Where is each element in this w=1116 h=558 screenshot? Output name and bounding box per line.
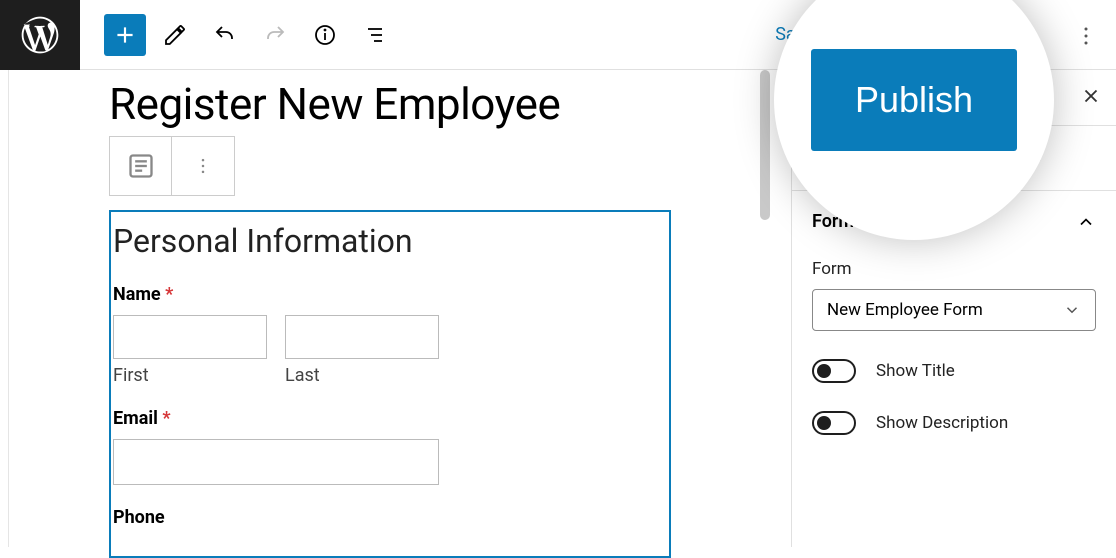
show-description-toggle[interactable] xyxy=(812,411,856,435)
wordpress-icon xyxy=(18,13,62,57)
last-name-sublabel: Last xyxy=(285,365,439,386)
more-vertical-icon xyxy=(193,156,213,176)
close-icon xyxy=(1080,85,1102,107)
list-icon xyxy=(363,23,387,47)
plus-icon xyxy=(112,22,138,48)
block-toolbar xyxy=(109,136,235,196)
form-block-icon xyxy=(127,152,155,180)
pencil-icon xyxy=(163,23,187,47)
undo-icon xyxy=(213,23,237,47)
chevron-down-icon xyxy=(1063,301,1081,319)
name-field-label: Name * xyxy=(113,284,655,305)
email-field-label: Email * xyxy=(113,408,655,429)
list-view-button[interactable] xyxy=(354,14,396,56)
info-button[interactable] xyxy=(304,14,346,56)
show-title-label: Show Title xyxy=(876,361,955,381)
last-name-input[interactable] xyxy=(285,315,439,359)
redo-icon xyxy=(263,23,287,47)
form-select-label: Form xyxy=(812,259,1096,279)
close-sidebar-button[interactable] xyxy=(1080,85,1102,111)
info-icon xyxy=(313,23,337,47)
form-select[interactable]: New Employee Form xyxy=(812,289,1096,331)
page-title[interactable]: Register New Employee xyxy=(109,78,771,130)
block-options-button[interactable] xyxy=(172,137,234,195)
add-block-button[interactable] xyxy=(104,14,146,56)
redo-button[interactable] xyxy=(254,14,296,56)
block-editor: Register New Employee Personal Informati… xyxy=(8,70,791,547)
publish-button[interactable]: Publish xyxy=(811,49,1017,151)
first-name-input[interactable] xyxy=(113,315,267,359)
phone-field-label: Phone xyxy=(113,507,655,528)
form-block[interactable]: Personal Information Name * First Last xyxy=(109,210,671,558)
form-section-title: Personal Information xyxy=(113,222,655,260)
form-settings-body: Form New Employee Form Show Title Show D… xyxy=(792,259,1116,459)
chevron-up-icon xyxy=(1076,212,1096,232)
email-input[interactable] xyxy=(113,439,439,485)
undo-button[interactable] xyxy=(204,14,246,56)
edit-mode-button[interactable] xyxy=(154,14,196,56)
show-title-toggle[interactable] xyxy=(812,359,856,383)
block-type-button[interactable] xyxy=(110,137,172,195)
options-menu-button[interactable] xyxy=(1074,24,1098,52)
wordpress-logo[interactable] xyxy=(0,0,80,70)
more-vertical-icon xyxy=(1074,24,1098,48)
scrollbar[interactable] xyxy=(760,70,770,220)
show-description-label: Show Description xyxy=(876,413,1008,433)
first-name-sublabel: First xyxy=(113,365,267,386)
